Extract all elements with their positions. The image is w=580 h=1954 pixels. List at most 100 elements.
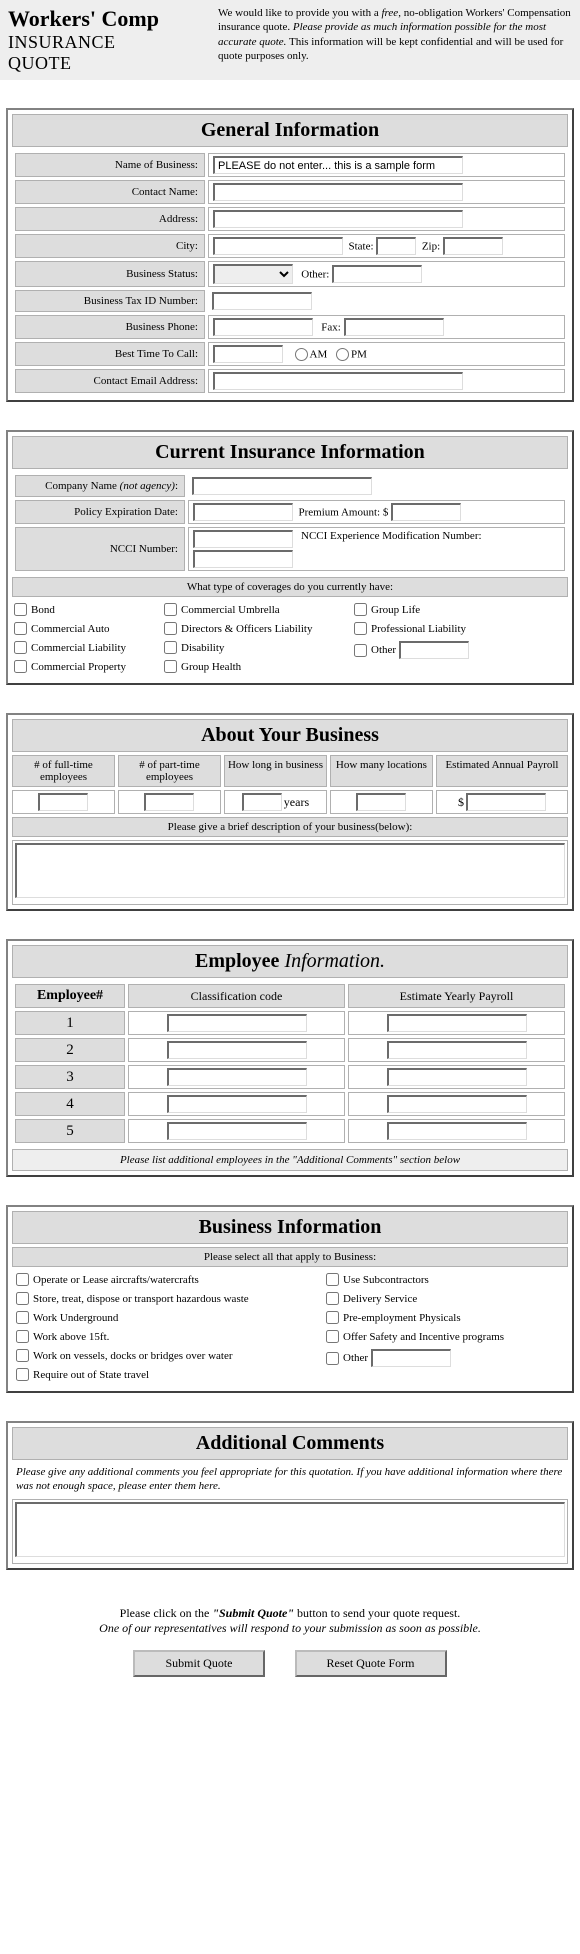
address-input[interactable] — [213, 210, 463, 228]
binfo-outofstate[interactable]: Require out of State travel — [16, 1368, 306, 1381]
header-blurb: We would like to provide you with a free… — [218, 6, 572, 63]
label-email: Contact Email Address: — [15, 369, 205, 393]
cov-disability[interactable]: Disability — [164, 641, 354, 654]
cov-comm-auto[interactable]: Commercial Auto — [14, 622, 164, 635]
label-state: State: — [349, 241, 374, 253]
emp-hdr-class: Classification code — [128, 984, 345, 1008]
hdr-pt: # of part-time employees — [118, 755, 221, 787]
ft-input[interactable] — [38, 793, 88, 811]
binfo-aircraft[interactable]: Operate or Lease aircrafts/watercrafts — [16, 1273, 306, 1286]
pm-radio[interactable] — [336, 348, 349, 361]
cov-grp-life[interactable]: Group Life — [354, 603, 469, 616]
emp2-pay-input[interactable] — [387, 1041, 527, 1059]
company-input[interactable] — [192, 477, 372, 495]
label-address: Address: — [15, 207, 205, 231]
city-input[interactable] — [213, 237, 343, 255]
cov-comm-liab[interactable]: Commercial Liability — [14, 641, 164, 654]
taxid-input[interactable] — [212, 292, 312, 310]
label-contact: Contact Name: — [15, 180, 205, 204]
emp1-class-input[interactable] — [167, 1014, 307, 1032]
cov-other-input[interactable] — [399, 641, 469, 659]
emp-note: Please list additional employees in the … — [12, 1149, 568, 1171]
locations-input[interactable] — [356, 793, 406, 811]
binfo-safety[interactable]: Offer Safety and Incentive programs — [326, 1330, 504, 1343]
payroll-input[interactable] — [466, 793, 546, 811]
emp1-pay-input[interactable] — [387, 1014, 527, 1032]
business-name-input[interactable] — [213, 156, 463, 174]
emp-row-2: 2 — [15, 1038, 125, 1062]
comments-note: Please give any additional comments you … — [12, 1463, 568, 1496]
cov-comm-umb[interactable]: Commercial Umbrella — [164, 603, 354, 616]
status-select[interactable] — [213, 264, 293, 284]
cov-dando[interactable]: Directors & Officers Liability — [164, 622, 354, 635]
binfo-title: Business Information — [12, 1211, 568, 1244]
emp-row-5: 5 — [15, 1119, 125, 1143]
employee-info-panel: Employee Information. Employee# Classifi… — [6, 939, 574, 1177]
emp-row-3: 3 — [15, 1065, 125, 1089]
emp-hdr-num: Employee# — [15, 984, 125, 1008]
emp-row-1: 1 — [15, 1011, 125, 1035]
ncci-input-1[interactable] — [193, 530, 293, 548]
label-expire: Policy Expiration Date: — [15, 500, 185, 524]
status-other-input[interactable] — [332, 265, 422, 283]
binfo-other-input[interactable] — [371, 1349, 451, 1367]
binfo-other[interactable]: Other — [326, 1349, 504, 1367]
label-bestcall: Best Time To Call: — [15, 342, 205, 366]
emp4-pay-input[interactable] — [387, 1095, 527, 1113]
binfo-subcon[interactable]: Use Subcontractors — [326, 1273, 504, 1286]
phone-input[interactable] — [213, 318, 313, 336]
zip-input[interactable] — [443, 237, 503, 255]
premium-input[interactable] — [391, 503, 461, 521]
label-company: Company Name (not agency): — [15, 475, 185, 497]
howlong-input[interactable] — [242, 793, 282, 811]
label-ncci: NCCI Number: — [15, 527, 185, 571]
binfo-sub: Please select all that apply to Business… — [12, 1247, 568, 1267]
emp3-class-input[interactable] — [167, 1068, 307, 1086]
emp5-pay-input[interactable] — [387, 1122, 527, 1140]
submit-button[interactable]: Submit Quote — [133, 1650, 264, 1677]
comments-textarea[interactable] — [15, 1502, 565, 1557]
fax-input[interactable] — [344, 318, 444, 336]
hdr-ft: # of full-time employees — [12, 755, 115, 787]
binfo-hazwaste[interactable]: Store, treat, dispose or transport hazar… — [16, 1292, 306, 1305]
footer: Please click on the "Submit Quote" butto… — [10, 1606, 570, 1677]
cov-grp-health[interactable]: Group Health — [164, 660, 354, 673]
emp4-class-input[interactable] — [167, 1095, 307, 1113]
emp2-class-input[interactable] — [167, 1041, 307, 1059]
about-title: About Your Business — [12, 719, 568, 752]
label-status-other: Other: — [301, 269, 329, 281]
email-input[interactable] — [213, 372, 463, 390]
cov-prof-liab[interactable]: Professional Liability — [354, 622, 469, 635]
current-title: Current Insurance Information — [12, 436, 568, 469]
reset-button[interactable]: Reset Quote Form — [295, 1650, 447, 1677]
binfo-above15[interactable]: Work above 15ft. — [16, 1330, 306, 1343]
emp3-pay-input[interactable] — [387, 1068, 527, 1086]
comments-title: Additional Comments — [12, 1427, 568, 1460]
cov-bond[interactable]: Bond — [14, 603, 164, 616]
ncci-input-2[interactable] — [193, 550, 293, 568]
binfo-vessels[interactable]: Work on vessels, docks or bridges over w… — [16, 1349, 306, 1362]
business-info-panel: Business Information Please select all t… — [6, 1205, 574, 1393]
business-description-textarea[interactable] — [15, 843, 565, 898]
emp5-class-input[interactable] — [167, 1122, 307, 1140]
cov-comm-prop[interactable]: Commercial Property — [14, 660, 164, 673]
general-title: General Information — [12, 114, 568, 147]
pt-input[interactable] — [144, 793, 194, 811]
binfo-delivery[interactable]: Delivery Service — [326, 1292, 504, 1305]
expire-input[interactable] — [193, 503, 293, 521]
cov-other[interactable]: Other — [354, 641, 469, 659]
emp-row-4: 4 — [15, 1092, 125, 1116]
label-city: City: — [15, 234, 205, 258]
binfo-underground[interactable]: Work Underground — [16, 1311, 306, 1324]
bestcall-input[interactable] — [213, 345, 283, 363]
am-radio[interactable] — [295, 348, 308, 361]
label-premium: Premium Amount: $ — [299, 507, 389, 519]
label-zip: Zip: — [422, 241, 440, 253]
coverage-question: What type of coverages do you currently … — [12, 577, 568, 597]
binfo-physicals[interactable]: Pre-employment Physicals — [326, 1311, 504, 1324]
state-input[interactable] — [376, 237, 416, 255]
general-information-panel: General Information Name of Business: Co… — [6, 108, 574, 402]
label-ncci-mod: NCCI Experience Modification Number: — [301, 530, 482, 542]
contact-name-input[interactable] — [213, 183, 463, 201]
title-line-3: QUOTE — [8, 53, 208, 74]
